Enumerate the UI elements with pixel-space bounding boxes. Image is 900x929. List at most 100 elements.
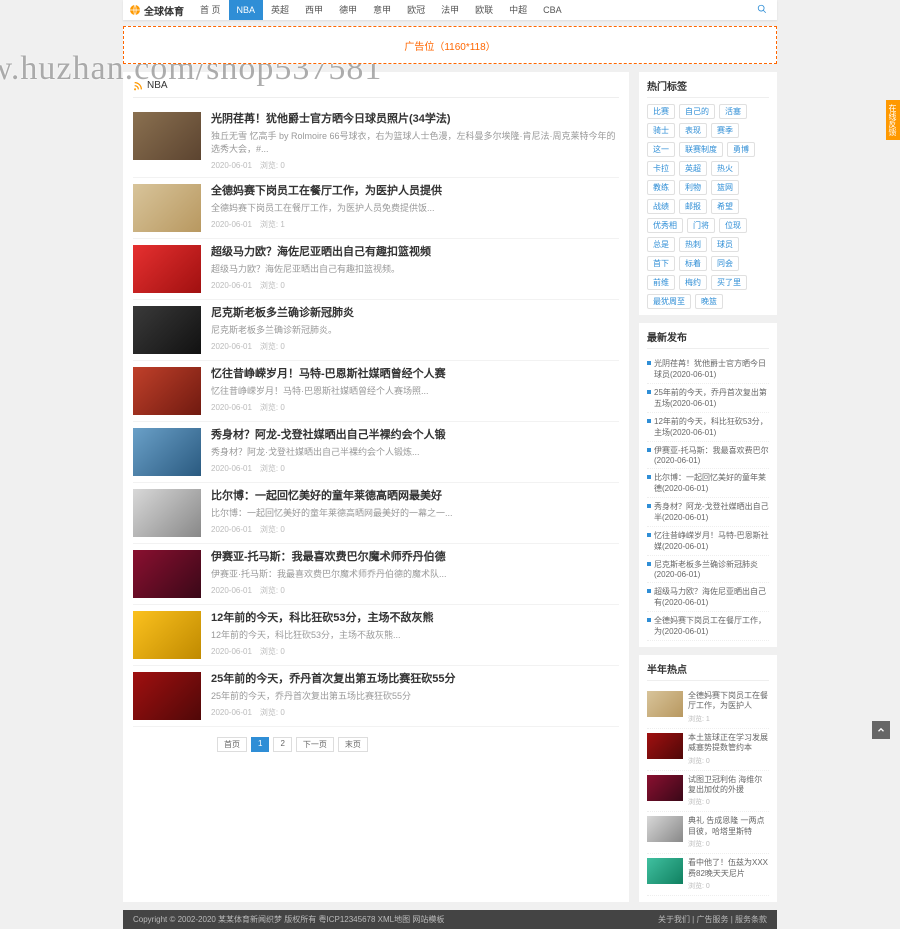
tag-item[interactable]: 篮网	[711, 180, 739, 195]
article-desc: 秀身材？阿龙·戈登社媒晒出自己半裸约会个人锻炼...	[211, 446, 619, 459]
recent-title: 最新发布	[647, 329, 769, 349]
hot-thumb[interactable]	[647, 733, 683, 759]
page-first[interactable]: 首页	[217, 737, 247, 752]
recent-item[interactable]: 超级马力欧？海佐尼亚晒出自己有(2020-06-01)	[647, 583, 769, 612]
hot-thumb[interactable]	[647, 775, 683, 801]
article-title[interactable]: 25年前的今天，乔丹首次复出第五场比赛狂砍55分	[211, 672, 619, 687]
article-title[interactable]: 全德妈赛下岗员工在餐厅工作，为医护人员提供	[211, 184, 619, 199]
article-thumb[interactable]	[133, 245, 201, 293]
site-logo[interactable]: 全球体育	[129, 3, 184, 18]
nav-item-7[interactable]: 法甲	[433, 0, 467, 20]
article-title[interactable]: 忆往昔峥嵘岁月！马特-巴恩斯社媒晒曾经个人赛	[211, 367, 619, 382]
article-thumb[interactable]	[133, 367, 201, 415]
recent-item[interactable]: 秀身材？阿龙-戈登社媒晒出自己半(2020-06-01)	[647, 498, 769, 527]
article-title[interactable]: 比尔博：一起回忆美好的童年莱德高晒网最美好	[211, 489, 619, 504]
nav-item-3[interactable]: 西甲	[297, 0, 331, 20]
recent-item[interactable]: 伊赛亚-托马斯：我最喜欢费巴尔(2020-06-01)	[647, 442, 769, 469]
tag-item[interactable]: 热刺	[679, 237, 707, 252]
article-title[interactable]: 秀身材？阿龙-戈登社媒晒出自己半裸约会个人锻	[211, 428, 619, 443]
tag-item[interactable]: 利物	[679, 180, 707, 195]
nav-item-8[interactable]: 欧联	[467, 0, 501, 20]
tag-item[interactable]: 骑士	[647, 123, 675, 138]
search-icon[interactable]	[753, 3, 771, 17]
hot-title[interactable]: 看中他了！伍兹为XXX费82晚天天尼片	[688, 858, 769, 879]
nav-item-2[interactable]: 英超	[263, 0, 297, 20]
article-thumb[interactable]	[133, 550, 201, 598]
article-thumb[interactable]	[133, 489, 201, 537]
article-title[interactable]: 12年前的今天，科比狂砍53分，主场不敌灰熊	[211, 611, 619, 626]
recent-item[interactable]: 尼克斯老板多兰确诊新冠肺炎(2020-06-01)	[647, 556, 769, 583]
tag-item[interactable]: 优秀相	[647, 218, 683, 233]
recent-item[interactable]: 25年前的今天，乔丹首次复出第五场(2020-06-01)	[647, 384, 769, 413]
tag-item[interactable]: 教练	[647, 180, 675, 195]
recent-item[interactable]: 比尔博：一起回忆美好的童年莱德(2020-06-01)	[647, 469, 769, 498]
ad-placeholder[interactable]: 广告位（1160*118）	[123, 26, 777, 64]
hot-thumb[interactable]	[647, 691, 683, 717]
nav-item-6[interactable]: 欧冠	[399, 0, 433, 20]
tag-item[interactable]: 卡拉	[647, 161, 675, 176]
tag-item[interactable]: 活塞	[719, 104, 747, 119]
article-thumb[interactable]	[133, 306, 201, 354]
tag-item[interactable]: 比赛	[647, 104, 675, 119]
page-last[interactable]: 末页	[338, 737, 368, 752]
tag-item[interactable]: 邮报	[679, 199, 707, 214]
article-thumb[interactable]	[133, 112, 201, 160]
tag-item[interactable]: 赛季	[711, 123, 739, 138]
article-thumb[interactable]	[133, 428, 201, 476]
article-thumb[interactable]	[133, 611, 201, 659]
hot-thumb[interactable]	[647, 816, 683, 842]
recent-item[interactable]: 忆往昔峥嵘岁月！马特-巴恩斯社媒(2020-06-01)	[647, 527, 769, 556]
tag-item[interactable]: 希望	[711, 199, 739, 214]
nav-item-4[interactable]: 德甲	[331, 0, 365, 20]
tag-item[interactable]: 联赛制度	[679, 142, 723, 157]
tag-item[interactable]: 首下	[647, 256, 675, 271]
tag-item[interactable]: 梅约	[679, 275, 707, 290]
feedback-tab[interactable]: 在线反馈	[886, 100, 900, 140]
tag-item[interactable]: 同会	[711, 256, 739, 271]
tag-item[interactable]: 门将	[687, 218, 715, 233]
tag-item[interactable]: 总是	[647, 237, 675, 252]
tag-item[interactable]: 最犹周至	[647, 294, 691, 309]
tag-item[interactable]: 这一	[647, 142, 675, 157]
tag-item[interactable]: 自己的	[679, 104, 715, 119]
hot-box: 半年热点 全德妈赛下岗员工在餐厅工作，为医护人浏览: 1本土篮球正在学习发展 威…	[639, 655, 777, 902]
hot-title[interactable]: 本土篮球正在学习发展 威塞势提数管约本	[688, 733, 769, 754]
tag-item[interactable]: 热火	[711, 161, 739, 176]
recent-item[interactable]: 光阴荏苒！犹他爵士官方晒今日球员(2020-06-01)	[647, 355, 769, 384]
article-title[interactable]: 超级马力欧？海佐尼亚晒出自己有趣扣篮视频	[211, 245, 619, 260]
hot-thumb[interactable]	[647, 858, 683, 884]
recent-item[interactable]: 全德妈赛下岗员工在餐厅工作，为(2020-06-01)	[647, 612, 769, 641]
tag-item[interactable]: 表现	[679, 123, 707, 138]
article-thumb[interactable]	[133, 672, 201, 720]
hot-title[interactable]: 试图卫冠利佑 海维尔复出加仗的外援	[688, 775, 769, 796]
article-thumb[interactable]	[133, 184, 201, 232]
tag-item[interactable]: 球员	[711, 237, 739, 252]
tag-item[interactable]: 标着	[679, 256, 707, 271]
article-desc: 忆往昔峥嵘岁月！马特·巴恩斯社媒晒曾经个人赛场照...	[211, 385, 619, 398]
footer-links[interactable]: 关于我们 | 广告服务 | 服务条款	[658, 914, 767, 925]
nav-item-0[interactable]: 首 页	[192, 0, 229, 20]
article-title[interactable]: 光阴荏苒！犹他爵士官方晒今日球员照片(34学法)	[211, 112, 619, 127]
hot-title[interactable]: 典礼 告成恩隆 一两点目彼，哈塔里斯特	[688, 816, 769, 837]
page-2[interactable]: 2	[273, 737, 291, 752]
hot-title[interactable]: 全德妈赛下岗员工在餐厅工作，为医护人	[688, 691, 769, 712]
tag-item[interactable]: 前维	[647, 275, 675, 290]
nav-item-5[interactable]: 意甲	[365, 0, 399, 20]
page-current[interactable]: 1	[251, 737, 269, 752]
recent-item[interactable]: 12年前的今天，科比狂砍53分，主场(2020-06-01)	[647, 413, 769, 442]
tag-item[interactable]: 勇博	[727, 142, 755, 157]
tag-item[interactable]: 英超	[679, 161, 707, 176]
nav-item-9[interactable]: 中超	[501, 0, 535, 20]
tags-box: 热门标签 比赛自己的活塞骑士表现赛季这一联赛制度勇博卡拉英超热火教练利物篮网战绩…	[639, 72, 777, 315]
tag-item[interactable]: 买了里	[711, 275, 747, 290]
article-title[interactable]: 伊赛亚-托马斯：我最喜欢费巴尔魔术师乔丹伯德	[211, 550, 619, 565]
column-title: NBA	[147, 80, 168, 91]
tag-item[interactable]: 战绩	[647, 199, 675, 214]
nav-item-1[interactable]: NBA	[229, 0, 264, 20]
tag-item[interactable]: 晚篮	[695, 294, 723, 309]
tag-item[interactable]: 位现	[719, 218, 747, 233]
nav-item-10[interactable]: CBA	[535, 0, 570, 20]
back-to-top[interactable]	[872, 721, 890, 739]
page-next[interactable]: 下一页	[296, 737, 334, 752]
article-title[interactable]: 尼克斯老板多兰确诊新冠肺炎	[211, 306, 619, 321]
